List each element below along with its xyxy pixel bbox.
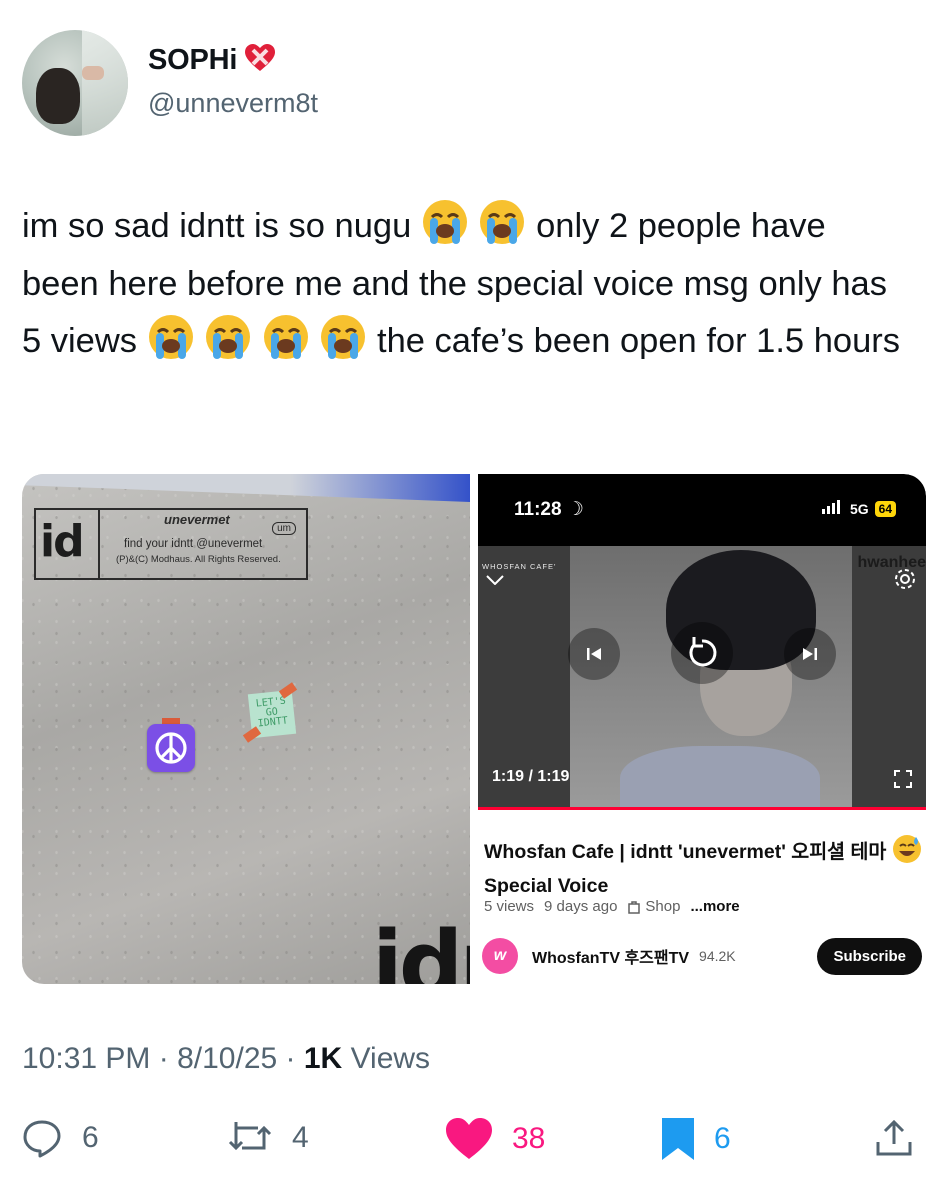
display-name[interactable]: SOPHi <box>148 44 237 77</box>
replay-icon <box>689 637 717 667</box>
bookmark-count: 6 <box>714 1122 731 1155</box>
bookmark-button[interactable]: 6 <box>662 1118 731 1160</box>
progress-bar[interactable] <box>478 807 926 810</box>
media-grid: id unevermet um find your idntt @uneverm… <box>22 474 926 984</box>
heart-filled-icon <box>446 1118 492 1159</box>
network-label: 5G <box>849 500 869 517</box>
status-time: 11:28 ☽ <box>514 499 584 520</box>
tweet-timestamp: 10:31 PM · 8/10/25 · 1K Views <box>22 1042 431 1075</box>
label-line2: (P)&(C) Modhaus. All Rights Reserved. <box>116 554 281 565</box>
like-button[interactable]: 38 <box>446 1118 545 1160</box>
name-row: SOPHi <box>148 44 276 77</box>
repost-count: 4 <box>292 1121 309 1154</box>
media-screenshot[interactable]: 11:28 ☽ 5G 64 WHOSFAN CAFE' hwanhee 1:19… <box>478 474 926 984</box>
loudly-crying-face-icon <box>480 200 525 244</box>
share-icon <box>876 1119 912 1156</box>
tweet-date[interactable]: 8/10/25 <box>177 1042 277 1075</box>
avatar-background <box>82 30 128 136</box>
shopping-bag-icon <box>628 900 641 914</box>
mending-heart-icon <box>245 44 276 77</box>
shop-link[interactable]: Shop <box>627 898 680 915</box>
like-count: 38 <box>512 1122 546 1155</box>
avatar-figure <box>36 68 80 124</box>
video-views: 5 views <box>484 898 535 915</box>
label-badge: um <box>272 522 296 535</box>
label-title: unevermet <box>164 512 230 527</box>
avatar-hand <box>82 66 104 80</box>
gear-icon[interactable] <box>894 568 916 595</box>
status-bar: 11:28 ☽ 5G 64 <box>478 474 926 546</box>
video-age: 9 days ago <box>544 898 618 915</box>
repost-button[interactable]: 4 <box>228 1118 309 1158</box>
channel-name[interactable]: WhosfanTV 후즈팬TV <box>532 944 689 968</box>
next-button[interactable] <box>784 628 836 680</box>
video-meta: 5 views 9 days ago Shop ...more <box>484 898 740 915</box>
skip-previous-icon <box>587 648 601 660</box>
player-time: 1:19 / 1:19 <box>492 768 570 785</box>
battery-level: 64 <box>874 500 896 517</box>
more-link[interactable]: ...more <box>690 898 739 915</box>
album-label: id unevermet um find your idntt @uneverm… <box>34 508 308 580</box>
previous-button[interactable] <box>568 628 620 680</box>
reply-count: 6 <box>82 1121 99 1154</box>
author-handle[interactable]: @unneverm8t <box>148 88 318 119</box>
tweet-header: SOPHi @unneverm8t <box>22 30 922 140</box>
loudly-crying-face-icon <box>263 315 308 359</box>
bookmark-filled-icon <box>662 1118 694 1160</box>
tweet-text-part-1: im so sad idntt is so nugu <box>22 207 412 245</box>
player-brand: WHOSFAN CAFE' <box>482 562 557 571</box>
replay-button[interactable] <box>671 622 733 684</box>
tweet-text: im so sad idntt is so nugu only 2 people… <box>22 198 912 371</box>
signal-icon <box>821 500 844 517</box>
reply-icon <box>23 1120 61 1158</box>
loudly-crying-face-icon <box>422 200 467 244</box>
repost-icon <box>228 1122 272 1151</box>
channel-row: w WhosfanTV 후즈팬TV 94.2K Subscribe <box>482 934 922 978</box>
video-title-tail: Special Voice <box>484 875 609 897</box>
peace-icon <box>155 732 187 764</box>
view-label: Views <box>350 1042 431 1075</box>
action-bar: 6 4 38 6 <box>22 1118 922 1170</box>
channel-subscribers: 94.2K <box>699 948 736 964</box>
loudly-crying-face-icon <box>206 315 251 359</box>
label-line1: find your idntt @unevermet <box>124 538 263 550</box>
big-logo-text: idn <box>372 912 470 985</box>
fullscreen-icon[interactable] <box>894 770 912 793</box>
tweet-time[interactable]: 10:31 PM <box>22 1042 150 1075</box>
loudly-crying-face-icon <box>321 315 366 359</box>
share-button[interactable] <box>874 1118 914 1158</box>
reply-button[interactable]: 6 <box>22 1118 99 1158</box>
status-indicators: 5G 64 <box>821 500 896 517</box>
video-title[interactable]: Whosfan Cafe | idntt 'unevermet' 오피셜 테마 … <box>484 834 924 900</box>
skip-next-icon <box>803 648 817 660</box>
channel-avatar[interactable]: w <box>482 938 518 974</box>
label-id: id <box>40 516 85 567</box>
author-avatar[interactable] <box>22 30 128 136</box>
thumbnail-shirt <box>620 746 820 810</box>
media-photo[interactable]: id unevermet um find your idntt @uneverm… <box>22 474 470 984</box>
loudly-crying-face-icon <box>148 315 193 359</box>
moon-icon: ☽ <box>566 499 584 520</box>
view-count: 1K <box>303 1042 343 1075</box>
subscribe-button[interactable]: Subscribe <box>817 937 922 975</box>
sweat-smile-icon <box>892 834 922 872</box>
tweet-text-part-3: the cafe’s been open for 1.5 hours <box>377 322 901 360</box>
video-player[interactable]: WHOSFAN CAFE' hwanhee 1:19 / 1:19 <box>478 546 926 810</box>
chevron-down-icon[interactable] <box>486 572 504 590</box>
peace-sticker <box>147 724 195 772</box>
label-divider <box>98 510 100 578</box>
video-title-main: Whosfan Cafe | idntt 'unevermet' 오피셜 테마 <box>484 841 887 863</box>
